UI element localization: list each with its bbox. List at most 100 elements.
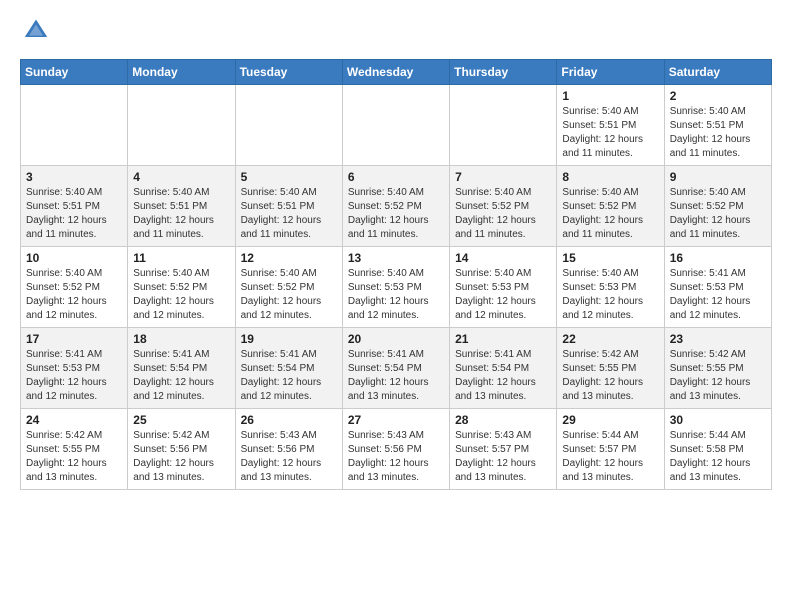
day-number: 30 xyxy=(670,413,766,427)
logo-icon xyxy=(22,16,50,44)
calendar-cell: 14 Sunrise: 5:40 AM Sunset: 5:53 PM Dayli… xyxy=(450,247,557,328)
page: SundayMondayTuesdayWednesdayThursdayFrid… xyxy=(0,0,792,506)
day-info: Sunrise: 5:44 AM Sunset: 5:57 PM Dayligh… xyxy=(562,429,658,485)
day-info: Sunrise: 5:40 AM Sunset: 5:53 PM Dayligh… xyxy=(562,267,658,323)
calendar-cell: 11Sunrise: 5:40 AM Sunset: 5:52 PM Dayli… xyxy=(128,247,235,328)
calendar-cell: 27 Sunrise: 5:43 AM Sunset: 5:56 PM Dayli… xyxy=(342,409,449,490)
calendar-cell: 6Sunrise: 5:40 AM Sunset: 5:52 PM Daylig… xyxy=(342,166,449,247)
day-number: 9 xyxy=(670,170,766,184)
day-number: 20 xyxy=(348,332,444,346)
day-number: 22 xyxy=(562,332,658,346)
week-row-2: 3 Sunrise: 5:40 AM Sunset: 5:51 PM Daylig… xyxy=(21,166,772,247)
day-number: 3 xyxy=(26,170,122,184)
day-info: Sunrise: 5:40 AM Sunset: 5:52 PM Dayligh… xyxy=(241,267,337,323)
day-number: 29 xyxy=(562,413,658,427)
calendar-cell xyxy=(21,85,128,166)
calendar-cell: 1 Sunrise: 5:40 AM Sunset: 5:51 PM Daylig… xyxy=(557,85,664,166)
day-info: Sunrise: 5:40 AM Sunset: 5:51 PM Dayligh… xyxy=(670,105,766,161)
calendar-cell xyxy=(342,85,449,166)
day-number: 24 xyxy=(26,413,122,427)
week-row-3: 10 Sunrise: 5:40 AM Sunset: 5:52 PM Dayli… xyxy=(21,247,772,328)
calendar-cell: 18 Sunrise: 5:41 AM Sunset: 5:54 PM Dayli… xyxy=(128,328,235,409)
day-info: Sunrise: 5:42 AM Sunset: 5:55 PM Dayligh… xyxy=(26,429,122,485)
weekday-thursday: Thursday xyxy=(450,60,557,85)
calendar-cell: 16Sunrise: 5:41 AM Sunset: 5:53 PM Dayli… xyxy=(664,247,771,328)
day-info: Sunrise: 5:44 AM Sunset: 5:58 PM Dayligh… xyxy=(670,429,766,485)
weekday-tuesday: Tuesday xyxy=(235,60,342,85)
calendar-cell: 4 Sunrise: 5:40 AM Sunset: 5:51 PM Daylig… xyxy=(128,166,235,247)
calendar-cell xyxy=(128,85,235,166)
calendar-cell: 25Sunrise: 5:42 AM Sunset: 5:56 PM Dayli… xyxy=(128,409,235,490)
week-row-4: 17 Sunrise: 5:41 AM Sunset: 5:53 PM Dayli… xyxy=(21,328,772,409)
day-info: Sunrise: 5:42 AM Sunset: 5:55 PM Dayligh… xyxy=(670,348,766,404)
day-info: Sunrise: 5:40 AM Sunset: 5:53 PM Dayligh… xyxy=(348,267,444,323)
calendar-cell: 13 Sunrise: 5:40 AM Sunset: 5:53 PM Dayli… xyxy=(342,247,449,328)
calendar-cell: 12Sunrise: 5:40 AM Sunset: 5:52 PM Dayli… xyxy=(235,247,342,328)
day-number: 17 xyxy=(26,332,122,346)
weekday-wednesday: Wednesday xyxy=(342,60,449,85)
calendar-cell xyxy=(450,85,557,166)
day-number: 28 xyxy=(455,413,551,427)
day-info: Sunrise: 5:43 AM Sunset: 5:57 PM Dayligh… xyxy=(455,429,551,485)
day-info: Sunrise: 5:40 AM Sunset: 5:51 PM Dayligh… xyxy=(241,186,337,242)
calendar-header: SundayMondayTuesdayWednesdayThursdayFrid… xyxy=(21,60,772,85)
day-number: 15 xyxy=(562,251,658,265)
day-number: 14 xyxy=(455,251,551,265)
day-info: Sunrise: 5:40 AM Sunset: 5:52 PM Dayligh… xyxy=(133,267,229,323)
calendar-cell: 7Sunrise: 5:40 AM Sunset: 5:52 PM Daylig… xyxy=(450,166,557,247)
calendar-cell: 21Sunrise: 5:41 AM Sunset: 5:54 PM Dayli… xyxy=(450,328,557,409)
day-info: Sunrise: 5:40 AM Sunset: 5:51 PM Dayligh… xyxy=(562,105,658,161)
weekday-sunday: Sunday xyxy=(21,60,128,85)
logo xyxy=(20,16,50,49)
day-info: Sunrise: 5:41 AM Sunset: 5:54 PM Dayligh… xyxy=(241,348,337,404)
calendar-cell: 19 Sunrise: 5:41 AM Sunset: 5:54 PM Dayli… xyxy=(235,328,342,409)
day-info: Sunrise: 5:40 AM Sunset: 5:53 PM Dayligh… xyxy=(455,267,551,323)
calendar-cell: 3 Sunrise: 5:40 AM Sunset: 5:51 PM Daylig… xyxy=(21,166,128,247)
day-info: Sunrise: 5:42 AM Sunset: 5:55 PM Dayligh… xyxy=(562,348,658,404)
day-number: 19 xyxy=(241,332,337,346)
day-info: Sunrise: 5:40 AM Sunset: 5:51 PM Dayligh… xyxy=(26,186,122,242)
calendar-cell: 29 Sunrise: 5:44 AM Sunset: 5:57 PM Dayli… xyxy=(557,409,664,490)
day-info: Sunrise: 5:43 AM Sunset: 5:56 PM Dayligh… xyxy=(241,429,337,485)
day-number: 1 xyxy=(562,89,658,103)
calendar-cell: 24 Sunrise: 5:42 AM Sunset: 5:55 PM Dayli… xyxy=(21,409,128,490)
day-info: Sunrise: 5:41 AM Sunset: 5:53 PM Dayligh… xyxy=(26,348,122,404)
day-info: Sunrise: 5:40 AM Sunset: 5:52 PM Dayligh… xyxy=(562,186,658,242)
day-info: Sunrise: 5:43 AM Sunset: 5:56 PM Dayligh… xyxy=(348,429,444,485)
day-number: 18 xyxy=(133,332,229,346)
day-info: Sunrise: 5:40 AM Sunset: 5:52 PM Dayligh… xyxy=(26,267,122,323)
day-info: Sunrise: 5:41 AM Sunset: 5:53 PM Dayligh… xyxy=(670,267,766,323)
week-row-1: 1 Sunrise: 5:40 AM Sunset: 5:51 PM Daylig… xyxy=(21,85,772,166)
day-info: Sunrise: 5:41 AM Sunset: 5:54 PM Dayligh… xyxy=(348,348,444,404)
weekday-header-row: SundayMondayTuesdayWednesdayThursdayFrid… xyxy=(21,60,772,85)
weekday-friday: Friday xyxy=(557,60,664,85)
calendar-cell: 2Sunrise: 5:40 AM Sunset: 5:51 PM Daylig… xyxy=(664,85,771,166)
day-number: 4 xyxy=(133,170,229,184)
calendar-cell: 22 Sunrise: 5:42 AM Sunset: 5:55 PM Dayli… xyxy=(557,328,664,409)
day-number: 23 xyxy=(670,332,766,346)
day-info: Sunrise: 5:41 AM Sunset: 5:54 PM Dayligh… xyxy=(455,348,551,404)
day-number: 10 xyxy=(26,251,122,265)
day-number: 26 xyxy=(241,413,337,427)
day-number: 13 xyxy=(348,251,444,265)
calendar-cell: 15 Sunrise: 5:40 AM Sunset: 5:53 PM Dayli… xyxy=(557,247,664,328)
calendar-cell: 26 Sunrise: 5:43 AM Sunset: 5:56 PM Dayli… xyxy=(235,409,342,490)
day-number: 25 xyxy=(133,413,229,427)
calendar-cell: 23 Sunrise: 5:42 AM Sunset: 5:55 PM Dayli… xyxy=(664,328,771,409)
day-info: Sunrise: 5:40 AM Sunset: 5:52 PM Dayligh… xyxy=(348,186,444,242)
day-number: 8 xyxy=(562,170,658,184)
calendar-body: 1 Sunrise: 5:40 AM Sunset: 5:51 PM Daylig… xyxy=(21,85,772,490)
weekday-saturday: Saturday xyxy=(664,60,771,85)
calendar-cell: 9Sunrise: 5:40 AM Sunset: 5:52 PM Daylig… xyxy=(664,166,771,247)
calendar-cell: 10 Sunrise: 5:40 AM Sunset: 5:52 PM Dayli… xyxy=(21,247,128,328)
calendar-cell: 8 Sunrise: 5:40 AM Sunset: 5:52 PM Daylig… xyxy=(557,166,664,247)
day-info: Sunrise: 5:41 AM Sunset: 5:54 PM Dayligh… xyxy=(133,348,229,404)
calendar-cell xyxy=(235,85,342,166)
day-number: 5 xyxy=(241,170,337,184)
day-number: 27 xyxy=(348,413,444,427)
day-number: 7 xyxy=(455,170,551,184)
day-info: Sunrise: 5:40 AM Sunset: 5:51 PM Dayligh… xyxy=(133,186,229,242)
week-row-5: 24 Sunrise: 5:42 AM Sunset: 5:55 PM Dayli… xyxy=(21,409,772,490)
calendar-cell: 17 Sunrise: 5:41 AM Sunset: 5:53 PM Dayli… xyxy=(21,328,128,409)
calendar-cell: 30 Sunrise: 5:44 AM Sunset: 5:58 PM Dayli… xyxy=(664,409,771,490)
